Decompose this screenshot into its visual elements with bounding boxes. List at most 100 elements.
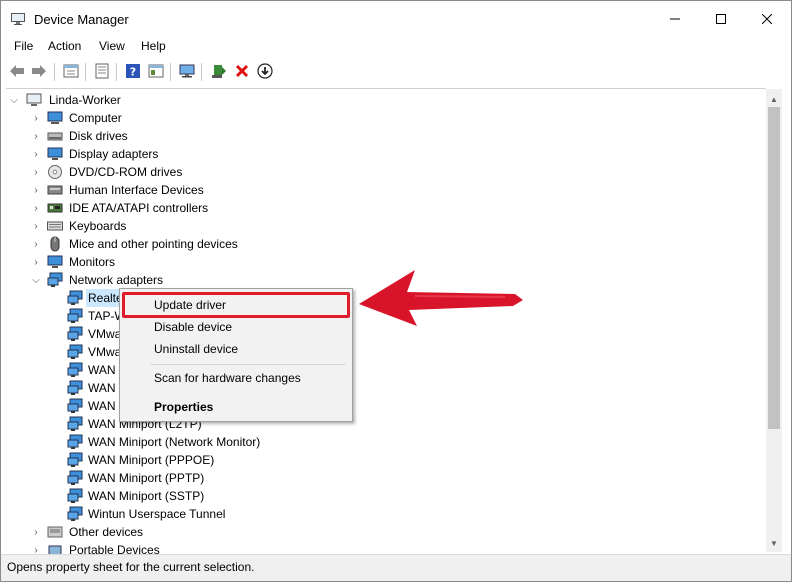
context-scan-hardware[interactable]: Scan for hardware changes: [120, 367, 352, 389]
network-adapter-icon: [67, 380, 83, 395]
tree-item-label: Human Interface Devices: [69, 183, 204, 197]
svg-text:?: ?: [130, 66, 136, 79]
toolbar-separator: [170, 63, 171, 81]
network-adapter-label: WAN Miniport (SSTP): [88, 489, 205, 503]
expand-arrow-icon[interactable]: ›: [30, 165, 42, 179]
expand-arrow-icon[interactable]: ›: [30, 129, 42, 143]
tree-item-ide[interactable]: › IDE ATA/ATAPI controllers: [6, 199, 766, 217]
context-item-label: Uninstall device: [154, 342, 239, 356]
context-uninstall-device[interactable]: Uninstall device: [120, 338, 352, 360]
scrollbar-thumb[interactable]: [768, 107, 780, 429]
tree-item-label: Other devices: [69, 525, 144, 539]
context-item-label: Disable device: [154, 320, 233, 334]
network-adapter-label: WAN: [88, 399, 116, 413]
context-item-label: Properties: [154, 400, 214, 414]
monitor-button[interactable]: [178, 62, 196, 80]
tree-item-computer[interactable]: › Computer: [6, 109, 766, 127]
network-adapter-icon: [67, 308, 83, 323]
network-adapter-icon: [67, 398, 83, 413]
network-adapter-label: Wintun Userspace Tunnel: [88, 507, 226, 521]
tree-item-label: Portable Devices: [69, 543, 160, 554]
tree-item-label: Computer: [69, 111, 122, 125]
close-button[interactable]: [744, 1, 790, 37]
maximize-icon: [716, 14, 726, 24]
network-adapter-wan-pptp[interactable]: WAN Miniport (PPTP): [6, 469, 766, 487]
network-adapter-label: WAN Miniport (PPTP): [88, 471, 205, 485]
network-adapter-icon: [67, 344, 83, 359]
tree-item-portable-devices[interactable]: › Portable Devices: [6, 541, 766, 554]
toolbar-separator: [116, 63, 117, 81]
view-button[interactable]: [147, 62, 165, 80]
network-adapter-wan-netmon[interactable]: WAN Miniport (Network Monitor): [6, 433, 766, 451]
view-icon: [148, 64, 164, 78]
collapse-arrow-icon[interactable]: ⌵: [8, 93, 20, 107]
menu-bar: File Action View Help: [1, 37, 791, 57]
back-button[interactable]: [8, 62, 26, 80]
monitor-icon: [179, 64, 195, 78]
network-adapter-wintun[interactable]: Wintun Userspace Tunnel: [6, 505, 766, 523]
maximize-button[interactable]: [698, 1, 744, 37]
network-adapter-label: WAN Miniport (PPPOE): [88, 453, 215, 467]
network-adapter-icon: [67, 506, 83, 521]
mouse-icon: [50, 236, 60, 252]
expand-arrow-icon[interactable]: ›: [30, 111, 42, 125]
expand-arrow-icon[interactable]: ›: [30, 219, 42, 233]
display-icon: [47, 147, 63, 160]
tree-item-hid[interactable]: › Human Interface Devices: [6, 181, 766, 199]
tree-item-other-devices[interactable]: › Other devices: [6, 523, 766, 541]
back-icon: [10, 65, 24, 77]
expand-arrow-icon[interactable]: ›: [30, 255, 42, 269]
properties-icon: [63, 64, 79, 78]
tree-item-mice[interactable]: › Mice and other pointing devices: [6, 235, 766, 253]
toolbar-separator: [201, 63, 202, 81]
network-adapter-icon: [67, 488, 83, 503]
dvd-icon: [48, 165, 62, 179]
menu-action[interactable]: Action: [48, 39, 81, 53]
vertical-scrollbar[interactable]: ▲ ▼: [766, 89, 782, 552]
help-button[interactable]: ?: [124, 62, 142, 80]
tree-item-dvd-drives[interactable]: › DVD/CD-ROM drives: [6, 163, 766, 181]
uninstall-toolbar-button[interactable]: [233, 62, 251, 80]
scroll-down-icon[interactable]: ▼: [766, 535, 782, 551]
collapse-arrow-icon[interactable]: ⌵: [30, 273, 42, 287]
title-bar: Device Manager: [1, 1, 791, 37]
network-adapter-icon: [67, 326, 83, 341]
status-text: Opens property sheet for the current sel…: [7, 560, 255, 574]
network-adapter-wan-pppoe[interactable]: WAN Miniport (PPPOE): [6, 451, 766, 469]
computer-root-icon: [26, 93, 42, 106]
network-adapter-icon: [67, 434, 83, 449]
expand-arrow-icon[interactable]: ›: [30, 543, 42, 555]
context-properties[interactable]: Properties: [120, 396, 352, 418]
ide-icon: [47, 203, 63, 213]
network-adapter-wan-sstp[interactable]: WAN Miniport (SSTP): [6, 487, 766, 505]
menu-file[interactable]: File: [14, 39, 33, 53]
context-disable-device[interactable]: Disable device: [120, 316, 352, 338]
menu-help[interactable]: Help: [141, 39, 166, 53]
expand-arrow-icon[interactable]: ›: [30, 183, 42, 197]
add-driver-icon: [212, 65, 226, 78]
tree-item-disk-drives[interactable]: › Disk drives: [6, 127, 766, 145]
scroll-up-icon[interactable]: ▲: [766, 91, 782, 107]
context-item-label: Scan for hardware changes: [154, 371, 301, 385]
tree-item-keyboards[interactable]: › Keyboards: [6, 217, 766, 235]
download-toolbar-button[interactable]: [256, 62, 274, 80]
tree-item-display-adapters[interactable]: › Display adapters: [6, 145, 766, 163]
device-manager-app-icon: [11, 13, 25, 25]
expand-arrow-icon[interactable]: ›: [30, 201, 42, 215]
forward-button[interactable]: [30, 62, 48, 80]
list-button[interactable]: [93, 62, 111, 80]
expand-arrow-icon[interactable]: ›: [30, 147, 42, 161]
update-driver-toolbar-button[interactable]: [210, 62, 228, 80]
tree-item-label: DVD/CD-ROM drives: [69, 165, 183, 179]
tree-root[interactable]: ⌵ Linda-Worker: [6, 91, 766, 109]
expand-arrow-icon[interactable]: ›: [30, 525, 42, 539]
properties-button[interactable]: [62, 62, 80, 80]
minimize-icon: [670, 18, 680, 20]
context-separator: [150, 364, 346, 365]
minimize-button[interactable]: [652, 1, 698, 37]
menu-view[interactable]: View: [99, 39, 125, 53]
disk-icon: [47, 132, 63, 141]
network-adapter-icon: [67, 290, 83, 305]
expand-arrow-icon[interactable]: ›: [30, 237, 42, 251]
network-icon: [47, 272, 63, 287]
